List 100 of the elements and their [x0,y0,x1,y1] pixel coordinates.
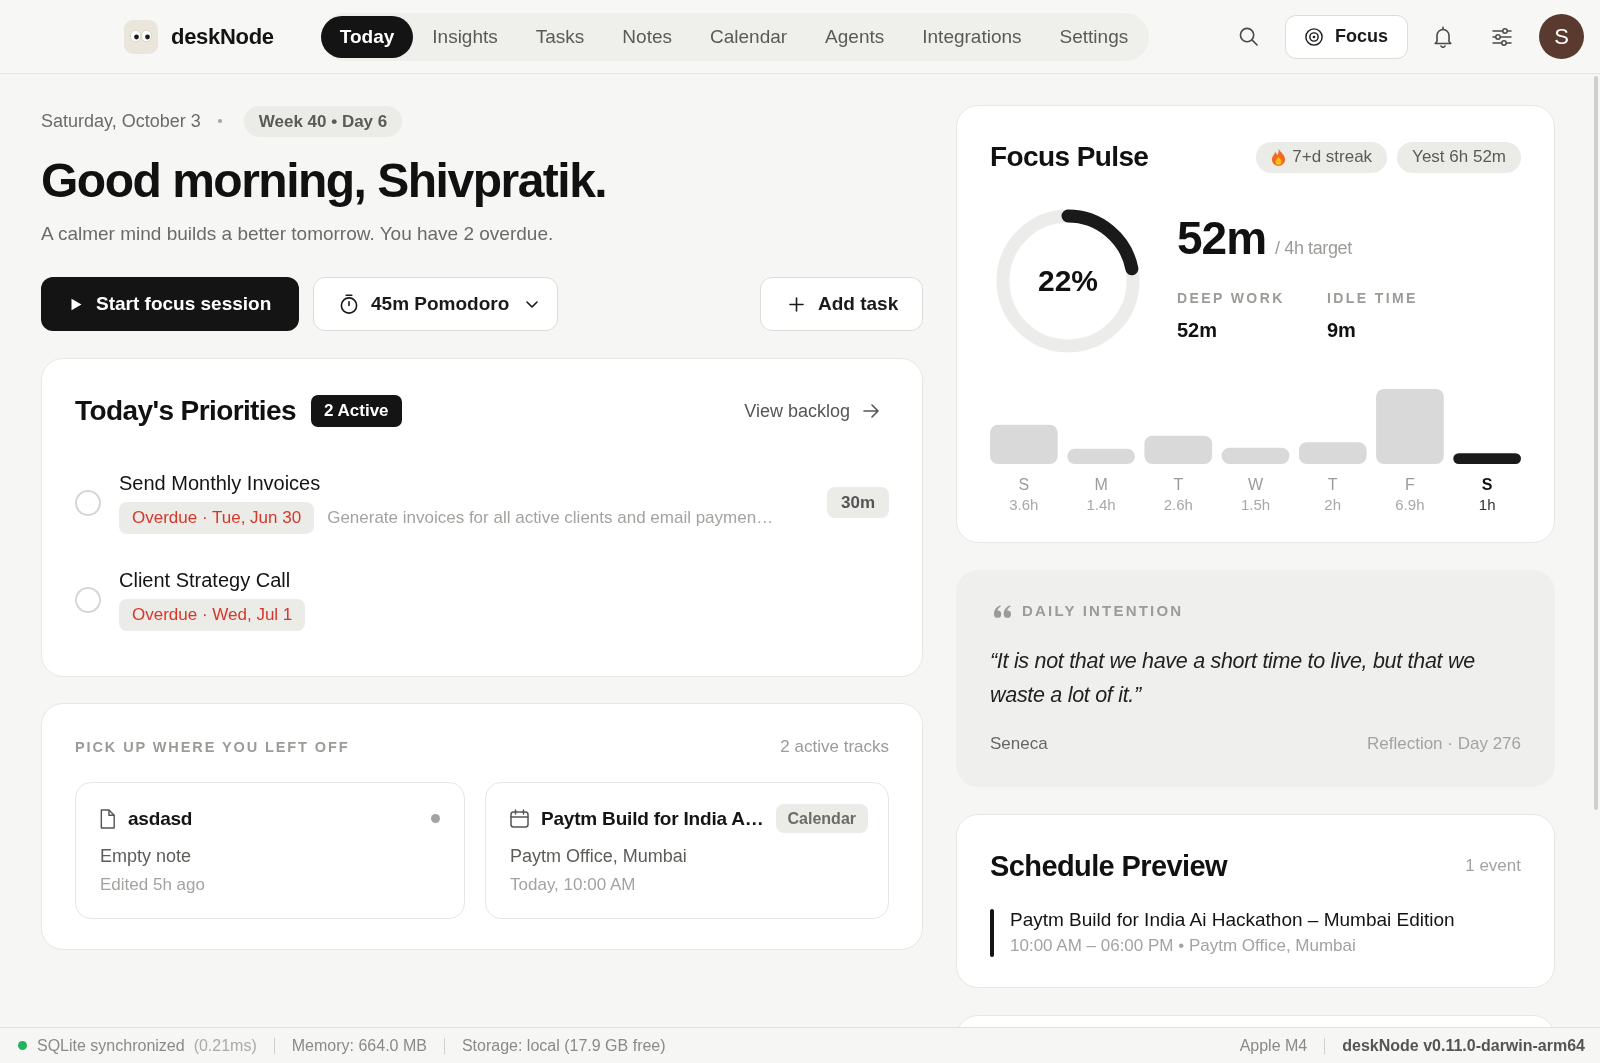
status-text: Memory: 664.0 MB [291,1036,427,1055]
axis-label: S [1018,475,1030,495]
scrollbar-thumb[interactable] [1594,76,1598,810]
stat-value: 9m [1327,318,1357,342]
active-count-badge: 2 Active [310,395,402,427]
axis-label: T [1327,475,1338,495]
quote-author: Seneca [990,733,1048,755]
nav-tab[interactable]: Agents [806,15,904,58]
search-icon [1239,27,1259,46]
value-label: 2.6h [1163,495,1193,515]
axis-label: T [1173,475,1184,495]
event-accent [990,909,994,957]
quote-icon [994,604,1011,618]
nav-tab[interactable]: Insights [413,15,517,58]
status-text: Apple M4 [1239,1036,1308,1055]
card-title: Today's Priorities [75,395,296,427]
card-title: Schedule Preview [990,849,1227,883]
task-title: Send Monthly Invoices [119,471,322,495]
app-name: deskNode [171,23,274,50]
add-task-button[interactable]: Add task [760,277,923,331]
stat-chip: Yest 6h 52m [1397,141,1521,173]
nav-tab[interactable]: Notes [603,15,691,58]
time-estimate-tag: 30m [826,487,889,518]
plus-icon [789,296,804,312]
nav-tab[interactable]: Today [320,15,414,58]
tracks-count: 2 active tracks [780,737,889,757]
stat-label: DEEP WORK [1177,289,1286,307]
nav-tab[interactable]: Integrations [903,15,1041,58]
task-title: Client Strategy Call [119,568,292,592]
chart-bar [990,424,1058,464]
value-label: 2h [1324,495,1342,515]
status-text: SQLite synchronized [37,1036,185,1055]
task-description: Generate invoices for all active clients and email paymen… [327,508,774,528]
greeting-heading: Good morning, Shivpratik. [41,153,608,209]
value-label: 1h [1478,495,1496,515]
calendar-icon [510,809,529,828]
bell-icon [1433,25,1453,48]
reflection-day: Reflection · Day 276 [1366,733,1521,755]
chart-bar [1298,442,1367,464]
track-time: Today, 10:00 AM [510,875,637,895]
nav-tab[interactable]: Calendar [691,15,807,58]
sliders-icon [1492,27,1512,46]
greeting-subtitle: A calmer mind builds a better tomorrow. You have 2 overdue. [41,222,555,246]
week-badge: Week 40 • Day 6 [243,105,403,137]
task-checkbox[interactable] [75,489,101,516]
track-detail: Paytm Office, Mumbai [510,845,688,867]
target-icon [1305,27,1323,46]
caret-icon [526,300,538,308]
axis-label: F [1405,475,1415,495]
start-focus-button[interactable]: Start focus session [41,277,299,331]
stat-label: IDLE TIME [1327,289,1419,307]
quote-text: “It is not that we have a short time to live, but that we waste a lot of it.” [990,648,1476,709]
note-card[interactable]: asdasd Empty note Edited 5h ago [75,782,465,919]
status-text: Storage: local (17.9 GB free) [461,1036,666,1055]
pomodoro-dropdown[interactable]: 45m Pomodoro [313,277,558,331]
track-detail: Empty note [100,845,193,867]
view-backlog-link[interactable]: View backlog [744,400,879,422]
due-date-tag: Overdue · Wed, Jul 1 [119,599,306,631]
stat-value: 52m [1177,318,1219,342]
focus-total: 52m [1177,213,1267,263]
timer-icon [340,294,358,314]
progress-percent: 22% [1037,264,1098,298]
nav-tab[interactable]: Settings [1040,15,1148,58]
chart-bar [1221,447,1290,464]
focus-button[interactable]: Focus [1285,14,1408,59]
axis-label: W [1247,475,1264,495]
version-label: deskNode v0.11.0-darwin-arm64 [1342,1036,1585,1055]
section-label: PICK UP WHERE YOU LEFT OFF [75,739,350,755]
chart-bar [1144,435,1213,464]
axis-label: M [1094,475,1108,495]
value-label: 6.9h [1395,495,1425,515]
nav-tab[interactable]: Tasks [516,15,604,58]
arrow-right-icon [863,404,879,418]
event-title: Paytm Build for India Ai Hackathon – Mumbai Edition [1010,909,1455,931]
track-time: Edited 5h ago [100,875,206,895]
focus-target: / 4h target [1275,238,1352,259]
value-label: 1.4h [1086,495,1116,515]
status-latency: (0.21ms) [193,1036,257,1055]
streak-chip: 7+d streak [1256,141,1388,173]
play-icon [71,297,82,311]
value-label: 1.5h [1240,495,1271,515]
chart-bar [1067,448,1135,464]
date-label: Saturday, October 3 [41,110,201,132]
logo-icon [124,19,158,54]
value-label: 3.6h [1009,495,1039,515]
source-tag: Calendar [775,804,868,833]
track-title: Paytm Build for India A… [541,807,764,830]
flame-icon [1271,148,1287,166]
axis-label: S [1481,475,1493,495]
document-icon [100,808,116,829]
track-title: asdasd [128,807,193,830]
avatar[interactable]: S [1539,14,1584,59]
due-date-tag: Overdue · Tue, Jun 30 [119,502,315,534]
chart-bar [1453,453,1521,464]
event-details: 10:00 AM – 06:00 PM • Paytm Office, Mumbai [1010,935,1357,957]
event-card[interactable]: Paytm Build for India A… Calendar Paytm Office, Mumbai Today, 10:00 AM [485,782,889,919]
section-label: DAILY INTENTION [1022,602,1184,620]
event-count: 1 event [1465,856,1521,876]
card-title: Focus Pulse [990,141,1149,173]
task-checkbox[interactable] [75,586,101,613]
